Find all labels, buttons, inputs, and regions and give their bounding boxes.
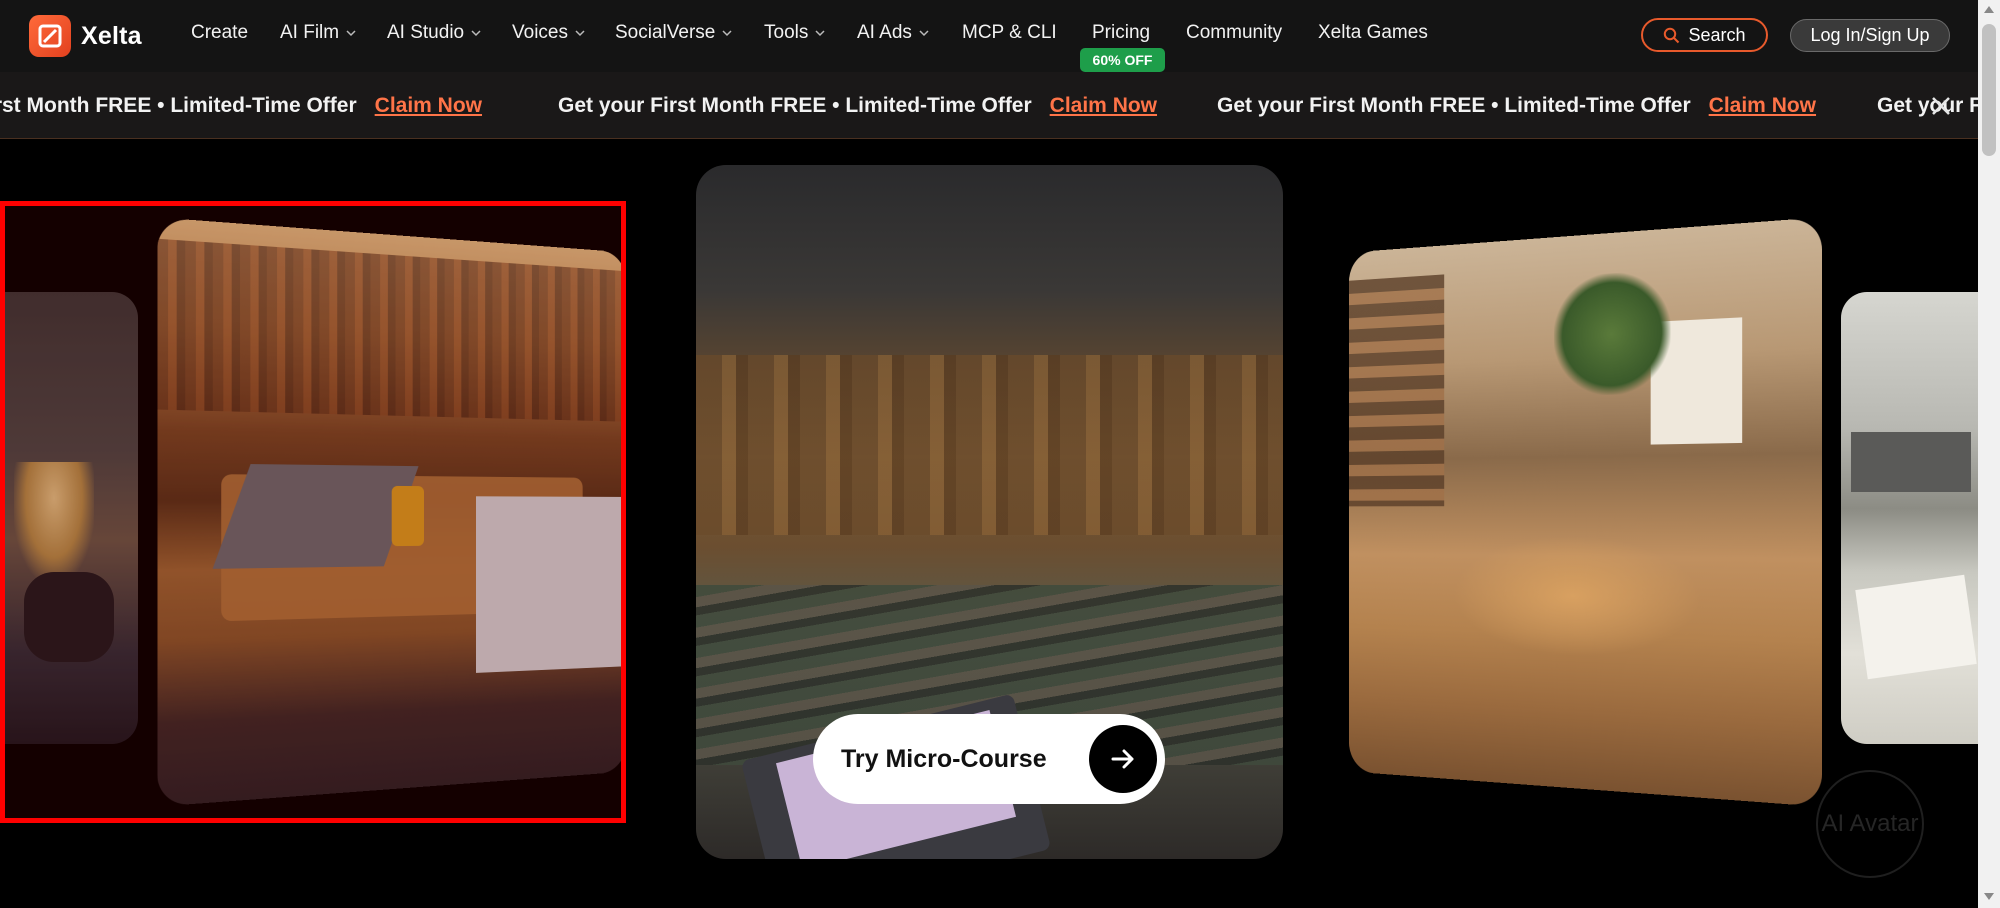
promo-segment: Get your First Month FREE • Limited-Time… bbox=[558, 94, 1158, 118]
nav-create[interactable]: Create bbox=[191, 22, 248, 44]
search-label: Search bbox=[1688, 24, 1746, 45]
scrollbar-thumb[interactable] bbox=[1982, 24, 1996, 156]
scroll-down-arrow-icon[interactable] bbox=[1984, 893, 1994, 900]
brand-logo[interactable]: Xelta bbox=[29, 15, 142, 57]
nav-community[interactable]: Community bbox=[1186, 22, 1282, 44]
ai-avatar-label: AI Avatar bbox=[1821, 810, 1919, 837]
search-icon bbox=[1664, 27, 1680, 43]
top-nav: Xelta Create AI Film AI Studio Voices So… bbox=[0, 0, 1978, 72]
chevron-down-icon bbox=[815, 30, 825, 37]
pricing-discount-badge: 60% OFF bbox=[1080, 48, 1165, 72]
nav-ai-ads[interactable]: AI Ads bbox=[857, 22, 930, 44]
page-scrollbar[interactable] bbox=[1978, 0, 2000, 908]
ai-avatar-button[interactable]: AI Avatar bbox=[1816, 770, 1924, 878]
nav-ai-film[interactable]: AI Film bbox=[280, 22, 357, 44]
brand-name: Xelta bbox=[81, 21, 142, 50]
nav-tools[interactable]: Tools bbox=[764, 22, 826, 44]
chevron-down-icon bbox=[346, 30, 356, 37]
chevron-down-icon bbox=[919, 30, 929, 37]
claim-now-link[interactable]: Claim Now bbox=[1050, 94, 1157, 118]
nav-mcp-cli[interactable]: MCP & CLI bbox=[962, 22, 1057, 44]
selection-highlight bbox=[0, 201, 626, 823]
carousel-slide-partial-right[interactable] bbox=[1841, 292, 1979, 744]
carousel-slide-workshop[interactable] bbox=[1349, 217, 1822, 807]
promo-segment: irst Month FREE • Limited-Time Offer Cla… bbox=[0, 94, 483, 118]
chevron-down-icon bbox=[575, 30, 585, 37]
claim-now-link[interactable]: Claim Now bbox=[1709, 94, 1816, 118]
claim-now-link[interactable]: Claim Now bbox=[375, 94, 482, 118]
chevron-down-icon bbox=[722, 30, 732, 37]
promo-banner: irst Month FREE • Limited-Time Offer Cla… bbox=[0, 72, 1978, 139]
login-signup-button[interactable]: Log In/Sign Up bbox=[1790, 19, 1950, 52]
xelta-logo-icon bbox=[29, 15, 71, 57]
scroll-up-arrow-icon[interactable] bbox=[1984, 6, 1994, 13]
try-micro-course-button[interactable]: Try Micro-Course bbox=[813, 714, 1165, 804]
nav-pricing[interactable]: Pricing bbox=[1092, 22, 1150, 44]
search-button[interactable]: Search bbox=[1641, 18, 1768, 52]
promo-segment: Get your First Month FREE • Limited-Time… bbox=[1217, 94, 1817, 118]
arrow-right-icon bbox=[1089, 725, 1157, 793]
nav-xelta-games[interactable]: Xelta Games bbox=[1318, 22, 1428, 44]
nav-voices[interactable]: Voices bbox=[512, 22, 586, 44]
cta-label: Try Micro-Course bbox=[841, 744, 1047, 773]
nav-ai-studio[interactable]: AI Studio bbox=[387, 22, 482, 44]
chevron-down-icon bbox=[471, 30, 481, 37]
nav-socialverse[interactable]: SocialVerse bbox=[615, 22, 733, 44]
close-icon[interactable] bbox=[1928, 93, 1954, 119]
